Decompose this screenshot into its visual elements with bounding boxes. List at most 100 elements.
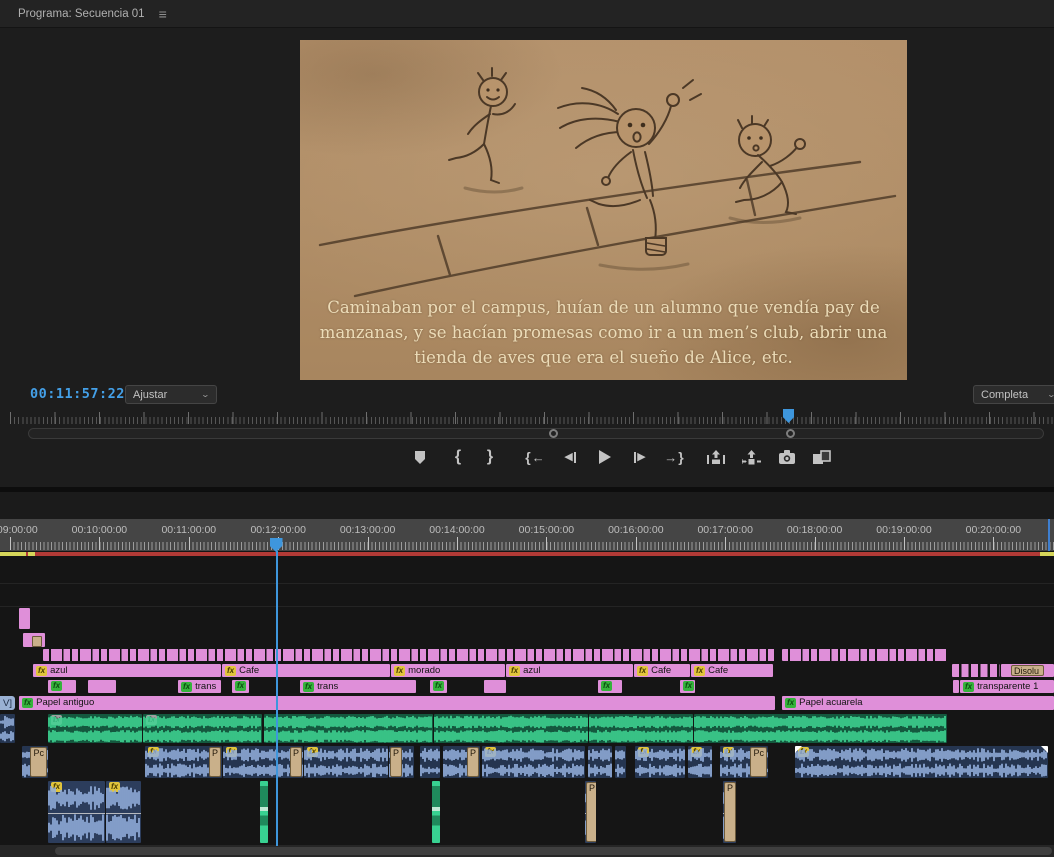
zoom-handle-left[interactable] [549, 429, 558, 438]
timeline-clip[interactable] [43, 649, 775, 661]
timeline-clip[interactable] [615, 746, 626, 778]
timeline-clip[interactable]: fx [48, 714, 142, 743]
timeline-clip[interactable] [434, 714, 588, 743]
timeline-clip[interactable] [952, 664, 1000, 677]
mark-in-button[interactable]: { [445, 444, 471, 470]
timeline-clip[interactable]: fx [143, 714, 262, 743]
timeline-clip[interactable]: fx [635, 746, 685, 778]
timeline-clip[interactable]: fx [680, 680, 695, 693]
timeline-clip[interactable]: fxP [145, 746, 222, 778]
timeline-clip[interactable]: fx [48, 680, 76, 693]
timeline-clip[interactable]: fx [48, 781, 105, 843]
timeline-clip[interactable]: Disolu [1001, 664, 1054, 677]
clip-label: Cafe [708, 665, 728, 676]
add-marker-button[interactable] [407, 444, 433, 470]
timeline-clip[interactable] [420, 746, 440, 778]
track-a2: PcfxPfxPfxPPfxfxfxfxPcfx [0, 746, 1054, 779]
timeline-clip[interactable] [264, 714, 433, 743]
timeline-clip[interactable]: fxPapel acuarela [782, 696, 1054, 710]
volume-line[interactable] [48, 813, 105, 814]
horizontal-scrollbar[interactable] [0, 845, 1054, 857]
chevron-down-icon: ⌄ [201, 390, 210, 399]
timeline-clip[interactable]: fxazul [506, 664, 633, 677]
timeline-clip[interactable] [88, 680, 116, 693]
clip-name-chip[interactable]: V] [0, 696, 15, 710]
timeline-clip[interactable]: fxtransparente 1 [960, 680, 1054, 693]
export-frame-button[interactable] [774, 444, 800, 470]
playback-resolution-value: Completa [981, 389, 1028, 401]
premiere-app-window: Programa: Secuencia 01 ≡ [0, 0, 1054, 857]
clip-label: transparente 1 [977, 681, 1038, 692]
go-to-in-button[interactable]: {← [522, 444, 548, 470]
timeline-clip[interactable]: fx [795, 746, 1048, 778]
timeline-clip[interactable]: P [585, 781, 596, 843]
subtitle-line: tienda de aves que era el sueño de Alice… [300, 345, 907, 370]
extract-button[interactable] [738, 444, 764, 470]
program-monitor-panel: Programa: Secuencia 01 ≡ [0, 0, 1054, 487]
timeline-clip[interactable]: fx [598, 680, 622, 693]
timeline-clip[interactable]: fx [304, 746, 388, 778]
timeline-clip[interactable] [588, 746, 612, 778]
timeline-clip[interactable]: fx [482, 746, 585, 778]
timeline-clip[interactable] [23, 633, 45, 647]
timeline-panel: 00:09:00:0000:10:00:0000:11:00:0000:12:0… [0, 492, 1054, 857]
volume-line[interactable] [106, 813, 141, 814]
transport-controls: {} {← ◀ ▶ →} [0, 444, 1054, 472]
track-a3: fxfx P P [0, 781, 1054, 844]
timeline-clip[interactable]: P [723, 781, 736, 843]
timeline-clip[interactable]: fx [232, 680, 249, 693]
playhead-line [276, 551, 278, 846]
timeline-clip[interactable]: fxPc [720, 746, 768, 778]
timeline-clip[interactable]: fxazul [33, 664, 221, 677]
timeline-clip[interactable] [782, 649, 947, 661]
timeline-clip[interactable]: fxtrans [300, 680, 416, 693]
timeline-clip[interactable]: fxmorado [391, 664, 505, 677]
timeline-clip[interactable]: fxCafe [691, 664, 773, 677]
timeline-clip[interactable] [694, 714, 947, 743]
comparison-view-button[interactable] [809, 444, 835, 470]
timeline-clip[interactable]: fx [430, 680, 447, 693]
timeline-clip[interactable] [953, 680, 959, 693]
timeline-clip[interactable]: fxPapel antiguo [19, 696, 775, 710]
timeline-clip[interactable]: P [389, 746, 414, 778]
timeline-clip[interactable]: fxCafe [222, 664, 390, 677]
timeline-clip[interactable]: fx [688, 746, 712, 778]
timeline-clip[interactable]: P [443, 746, 480, 778]
timeline-clip[interactable] [589, 714, 693, 743]
monitor-time-ruler[interactable] [10, 408, 1054, 425]
timeline-clip[interactable]: fxP [223, 746, 303, 778]
go-to-out-button[interactable]: →} [661, 444, 687, 470]
fx-badge: fx [637, 666, 648, 676]
panel-menu-icon[interactable]: ≡ [159, 7, 167, 21]
timeline-clip[interactable]: fxCafe [634, 664, 690, 677]
mark-out-button[interactable]: } [477, 444, 503, 470]
zoom-fit-dropdown[interactable]: Ajustar ⌄ [125, 385, 217, 404]
monitor-zoom-scrollbar[interactable] [28, 428, 1044, 439]
clip-tag: P [209, 747, 221, 777]
track-v5 [0, 633, 1054, 648]
current-timecode[interactable]: 00:11:57:22 [30, 386, 125, 402]
clip-label: trans [195, 681, 216, 692]
playback-resolution-dropdown[interactable]: Completa ⌄ [973, 385, 1054, 404]
timeline-clip[interactable] [0, 714, 15, 743]
timeline-clip[interactable]: Pc [22, 746, 48, 778]
play-button[interactable] [591, 444, 617, 470]
step-back-button[interactable]: ◀ [557, 444, 583, 470]
timeline-clip[interactable]: fxtrans [178, 680, 221, 693]
program-preview[interactable]: Caminaban por el campus, huían de un alu… [300, 40, 907, 380]
timeline-clip[interactable] [432, 781, 440, 843]
fx-badge: fx [181, 682, 192, 692]
clip-label: Papel acuarela [799, 697, 862, 708]
clip-label: Cafe [239, 665, 259, 676]
major-ticks [10, 412, 1054, 424]
zoom-handle-right[interactable] [786, 429, 795, 438]
step-forward-button[interactable]: ▶ [627, 444, 653, 470]
timeline-clip[interactable] [484, 680, 506, 693]
lift-button[interactable] [703, 444, 729, 470]
track-a1: fxfx [0, 714, 1054, 744]
timeline-clip[interactable] [260, 781, 268, 843]
timeline-clip[interactable] [19, 608, 30, 629]
clip-tag: P [467, 747, 479, 777]
scrollbar-thumb[interactable] [55, 847, 1052, 855]
timeline-clip[interactable]: fx [106, 781, 141, 843]
